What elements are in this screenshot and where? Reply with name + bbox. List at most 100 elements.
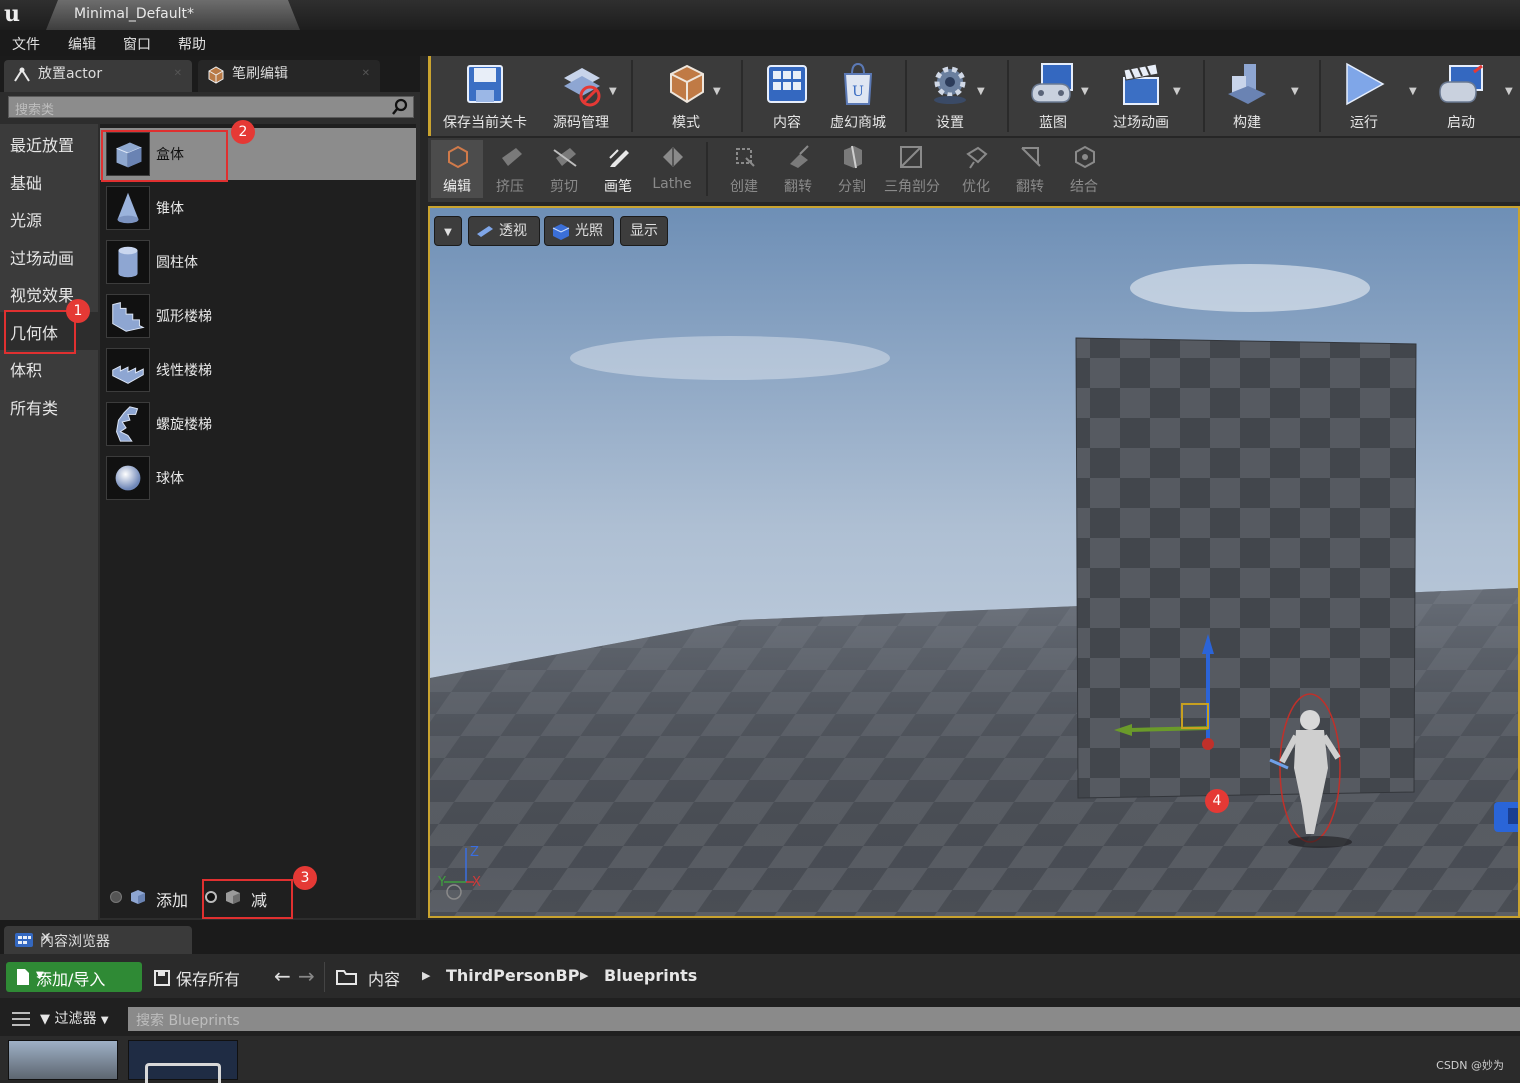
perspective-button[interactable]: 透视 bbox=[468, 216, 540, 246]
menu-file[interactable]: 文件 bbox=[12, 34, 40, 54]
marketplace-button[interactable]: U 虚幻商城 bbox=[823, 58, 893, 134]
breadcrumb-arrow-icon[interactable]: ▶ bbox=[422, 969, 430, 982]
viewport-options-button[interactable]: ▼ bbox=[434, 216, 462, 246]
menu-help[interactable]: 帮助 bbox=[178, 34, 206, 54]
geo-flip-button[interactable]: 翻转 bbox=[772, 140, 824, 198]
geo-split-button[interactable]: 分割 bbox=[826, 140, 878, 198]
play-button[interactable]: 运行 bbox=[1329, 58, 1399, 134]
filter-button[interactable]: ▼ 过滤器 ▼ bbox=[40, 1008, 109, 1028]
tab-content-browser[interactable]: 内容浏览器 ✕ bbox=[4, 926, 192, 954]
tab-place-actor[interactable]: 放置actor ✕ bbox=[4, 60, 192, 92]
menu-window[interactable]: 窗口 bbox=[123, 34, 151, 54]
level-viewport[interactable]: Z Y X ▼ 透视 光照 显示 bbox=[428, 206, 1520, 918]
geo-create-button[interactable]: 创建 bbox=[718, 140, 770, 198]
tab-brush-edit[interactable]: 笔刷编辑 ✕ bbox=[198, 60, 380, 92]
launch-button[interactable]: 启动 bbox=[1425, 58, 1497, 134]
viewport-scene[interactable]: Z Y X bbox=[430, 208, 1518, 916]
geo-weld-button[interactable]: 结合 bbox=[1058, 140, 1110, 198]
curved-stairs-icon bbox=[106, 294, 150, 338]
class-search-input[interactable]: 搜索类 bbox=[8, 96, 414, 118]
category-cinematic[interactable]: 过场动画 bbox=[10, 245, 74, 269]
cinematics-button[interactable]: 过场动画 bbox=[1097, 58, 1185, 134]
search-placeholder: 搜索类 bbox=[15, 103, 55, 118]
toolbar2-label: 编辑 bbox=[443, 179, 471, 195]
toolbar2-label: 挤压 bbox=[496, 179, 524, 195]
breadcrumb-thirdpersonbp[interactable]: ThirdPersonBP bbox=[446, 966, 579, 985]
content-search-input[interactable]: 搜索 Blueprints bbox=[128, 1007, 1520, 1031]
blueprints-button[interactable]: 蓝图 bbox=[1019, 58, 1087, 134]
brush-mode-add[interactable]: 添加 bbox=[110, 884, 200, 910]
close-icon[interactable]: ✕ bbox=[174, 60, 182, 88]
asset-thumbnail-blueprint[interactable] bbox=[128, 1040, 238, 1083]
list-item-cone[interactable]: 锥体 bbox=[100, 182, 416, 234]
lit-mode-button[interactable]: 光照 bbox=[544, 216, 614, 246]
toolbar2-label: 优化 bbox=[962, 179, 990, 195]
toolbar-label: 设置 bbox=[936, 115, 964, 131]
category-lights[interactable]: 光源 bbox=[10, 207, 42, 231]
perspective-icon bbox=[477, 226, 493, 237]
category-all-classes[interactable]: 所有类 bbox=[10, 395, 58, 419]
forward-arrow-icon[interactable]: → bbox=[298, 964, 315, 988]
left-panel-tabs: 放置actor ✕ 笔刷编辑 ✕ bbox=[0, 56, 420, 92]
list-item-linear-stairs[interactable]: 线性楼梯 bbox=[100, 344, 416, 396]
play-icon bbox=[1346, 62, 1385, 106]
turn-icon bbox=[1021, 147, 1041, 167]
geo-lathe-button[interactable]: Lathe bbox=[646, 140, 698, 198]
close-icon[interactable]: ✕ bbox=[362, 60, 370, 88]
chevron-down-icon[interactable]: ▼ bbox=[1291, 86, 1299, 97]
chevron-down-icon[interactable]: ▼ bbox=[1081, 86, 1089, 97]
asset-thumbnail-character[interactable] bbox=[8, 1040, 118, 1080]
list-item-curved-stairs[interactable]: 弧形楼梯 bbox=[100, 290, 416, 342]
breadcrumb-blueprints[interactable]: Blueprints bbox=[604, 966, 697, 985]
cloud bbox=[1130, 264, 1370, 312]
geo-triangulate-button[interactable]: 三角剖分 bbox=[884, 140, 940, 198]
blueprint-icon bbox=[1031, 63, 1073, 103]
category-basic[interactable]: 基础 bbox=[10, 170, 42, 194]
geo-edit-button[interactable]: 编辑 bbox=[431, 140, 483, 198]
document-tab[interactable]: Minimal_Default* bbox=[46, 0, 300, 30]
content-button[interactable]: 内容 bbox=[751, 58, 823, 134]
settings-button[interactable]: 设置 bbox=[915, 58, 985, 134]
folder-icon[interactable] bbox=[336, 968, 358, 986]
chevron-down-icon[interactable]: ▼ bbox=[977, 86, 985, 97]
geo-optimize-button[interactable]: 优化 bbox=[950, 140, 1002, 198]
category-volumes[interactable]: 体积 bbox=[10, 357, 42, 381]
category-list: 最近放置 基础 光源 过场动画 视觉效果 几何体 体积 所有类 bbox=[0, 124, 98, 920]
category-recent[interactable]: 最近放置 bbox=[10, 132, 74, 156]
close-icon[interactable]: ✕ bbox=[40, 930, 182, 946]
filter-label: 过滤器 bbox=[54, 1011, 97, 1027]
build-button[interactable]: 构建 bbox=[1213, 58, 1281, 134]
chevron-down-icon[interactable]: ▼ bbox=[1409, 86, 1417, 97]
category-visual-effects[interactable]: 视觉效果 bbox=[10, 282, 74, 306]
menu-edit[interactable]: 编辑 bbox=[68, 34, 96, 54]
add-import-button[interactable]: 添加/导入 ▼ bbox=[6, 962, 142, 992]
chevron-down-icon[interactable]: ▼ bbox=[1173, 86, 1181, 97]
camera-icon[interactable] bbox=[1494, 802, 1518, 832]
content-browser-icon bbox=[767, 65, 807, 103]
chevron-down-icon[interactable]: ▼ bbox=[1505, 86, 1513, 97]
menu-bar: 文件 编辑 窗口 帮助 bbox=[0, 30, 1520, 56]
geo-extrude-button[interactable]: 挤压 bbox=[484, 140, 536, 198]
toolbar-label: 虚幻商城 bbox=[830, 115, 886, 131]
geo-clip-button[interactable]: 剪切 bbox=[538, 140, 590, 198]
breadcrumb-arrow-icon[interactable]: ▶ bbox=[580, 969, 588, 982]
add-radio[interactable] bbox=[110, 891, 122, 903]
save-level-button[interactable]: 保存当前关卡 bbox=[435, 58, 535, 134]
list-item-sphere[interactable]: 球体 bbox=[100, 452, 416, 504]
geo-turn-button[interactable]: 翻转 bbox=[1004, 140, 1056, 198]
place-actor-icon bbox=[14, 67, 30, 82]
flip-icon bbox=[790, 145, 809, 168]
toolbar-divider bbox=[1203, 60, 1205, 132]
back-arrow-icon[interactable]: ← bbox=[274, 964, 291, 988]
chevron-down-icon[interactable]: ▼ bbox=[713, 86, 721, 97]
list-item-spiral-stairs[interactable]: 螺旋楼梯 bbox=[100, 398, 416, 450]
launch-icon bbox=[1439, 64, 1483, 103]
linear-stairs-icon bbox=[106, 348, 150, 392]
sources-panel-toggle-icon[interactable] bbox=[10, 1010, 32, 1028]
show-button[interactable]: 显示 bbox=[620, 216, 668, 246]
breadcrumb-content[interactable]: 内容 bbox=[368, 966, 400, 990]
list-item-cylinder[interactable]: 圆柱体 bbox=[100, 236, 416, 288]
chevron-down-icon[interactable]: ▼ bbox=[609, 86, 617, 97]
search-icon[interactable] bbox=[391, 98, 409, 116]
geo-pen-button[interactable]: 画笔 bbox=[592, 140, 644, 198]
